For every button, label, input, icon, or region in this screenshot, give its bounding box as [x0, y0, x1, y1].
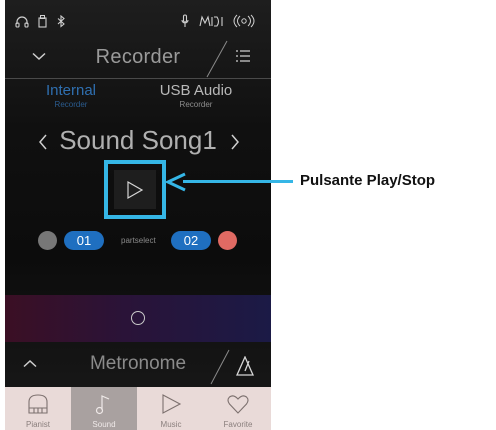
nav-label: Sound [92, 420, 116, 429]
nav-label: Pianist [25, 420, 50, 429]
metronome-title: Metronome [89, 353, 187, 374]
divider [5, 78, 271, 79]
heart-icon [227, 395, 249, 414]
nav-sound[interactable]: Sound [71, 387, 137, 430]
part2-button[interactable]: 02 [171, 231, 211, 250]
part-select-label: partselect [121, 236, 156, 245]
microphone-icon [181, 14, 189, 28]
status-bar [5, 0, 271, 38]
next-song-icon[interactable] [230, 134, 240, 150]
callout-arrowhead [165, 171, 187, 193]
nav-favorite[interactable]: Favorite [205, 387, 271, 430]
metronome-bar: Metronome [5, 345, 271, 385]
recorder-header: Recorder [5, 38, 271, 78]
headphones-icon [15, 14, 29, 28]
loading-ring-icon [131, 311, 145, 325]
wireless-icon [233, 14, 255, 28]
tab-sublabel: Recorder [54, 100, 88, 109]
app-screen: Recorder Internal Recorder USB Audio Rec… [5, 0, 271, 430]
nav-pianist[interactable]: Pianist [5, 387, 71, 430]
divider-slash [205, 40, 229, 78]
tab-label: Internal [45, 82, 97, 99]
bottom-navigation: Pianist Sound Music Favorite [5, 387, 271, 430]
list-menu-icon[interactable] [235, 49, 251, 63]
tab-usb-audio-recorder[interactable]: USB Audio Recorder [136, 83, 256, 110]
midi-icon [199, 14, 225, 28]
part2-record-dot[interactable] [218, 231, 237, 250]
usb-memory-icon [38, 14, 47, 28]
tab-internal-recorder[interactable]: Internal Recorder [11, 83, 131, 110]
nav-music[interactable]: Music [138, 387, 204, 430]
part1-button[interactable]: 01 [64, 231, 104, 250]
song-selector: Sound Song1 [5, 125, 271, 161]
metronome-icon[interactable] [236, 356, 254, 376]
playback-visual [5, 295, 271, 342]
nav-label: Music [160, 420, 182, 429]
play-icon [127, 180, 144, 199]
callout-line [183, 180, 293, 183]
page-title: Recorder [95, 46, 181, 68]
callout-label: Pulsante Play/Stop [300, 172, 436, 189]
part-select: 01 partselect 02 [5, 228, 271, 252]
play-button-highlight [104, 160, 166, 219]
tab-label: USB Audio [159, 82, 233, 99]
play-triangle-icon [162, 394, 182, 414]
nav-label: Favorite [223, 420, 253, 429]
part1-record-dot[interactable] [38, 231, 57, 250]
piano-icon [28, 394, 48, 414]
play-stop-button[interactable] [114, 170, 156, 209]
music-note-icon [95, 395, 110, 415]
recorder-tabs: Internal Recorder USB Audio Recorder [5, 80, 271, 120]
divider-slash [209, 349, 231, 385]
tab-sublabel: Recorder [179, 100, 213, 109]
bluetooth-icon [57, 14, 65, 28]
